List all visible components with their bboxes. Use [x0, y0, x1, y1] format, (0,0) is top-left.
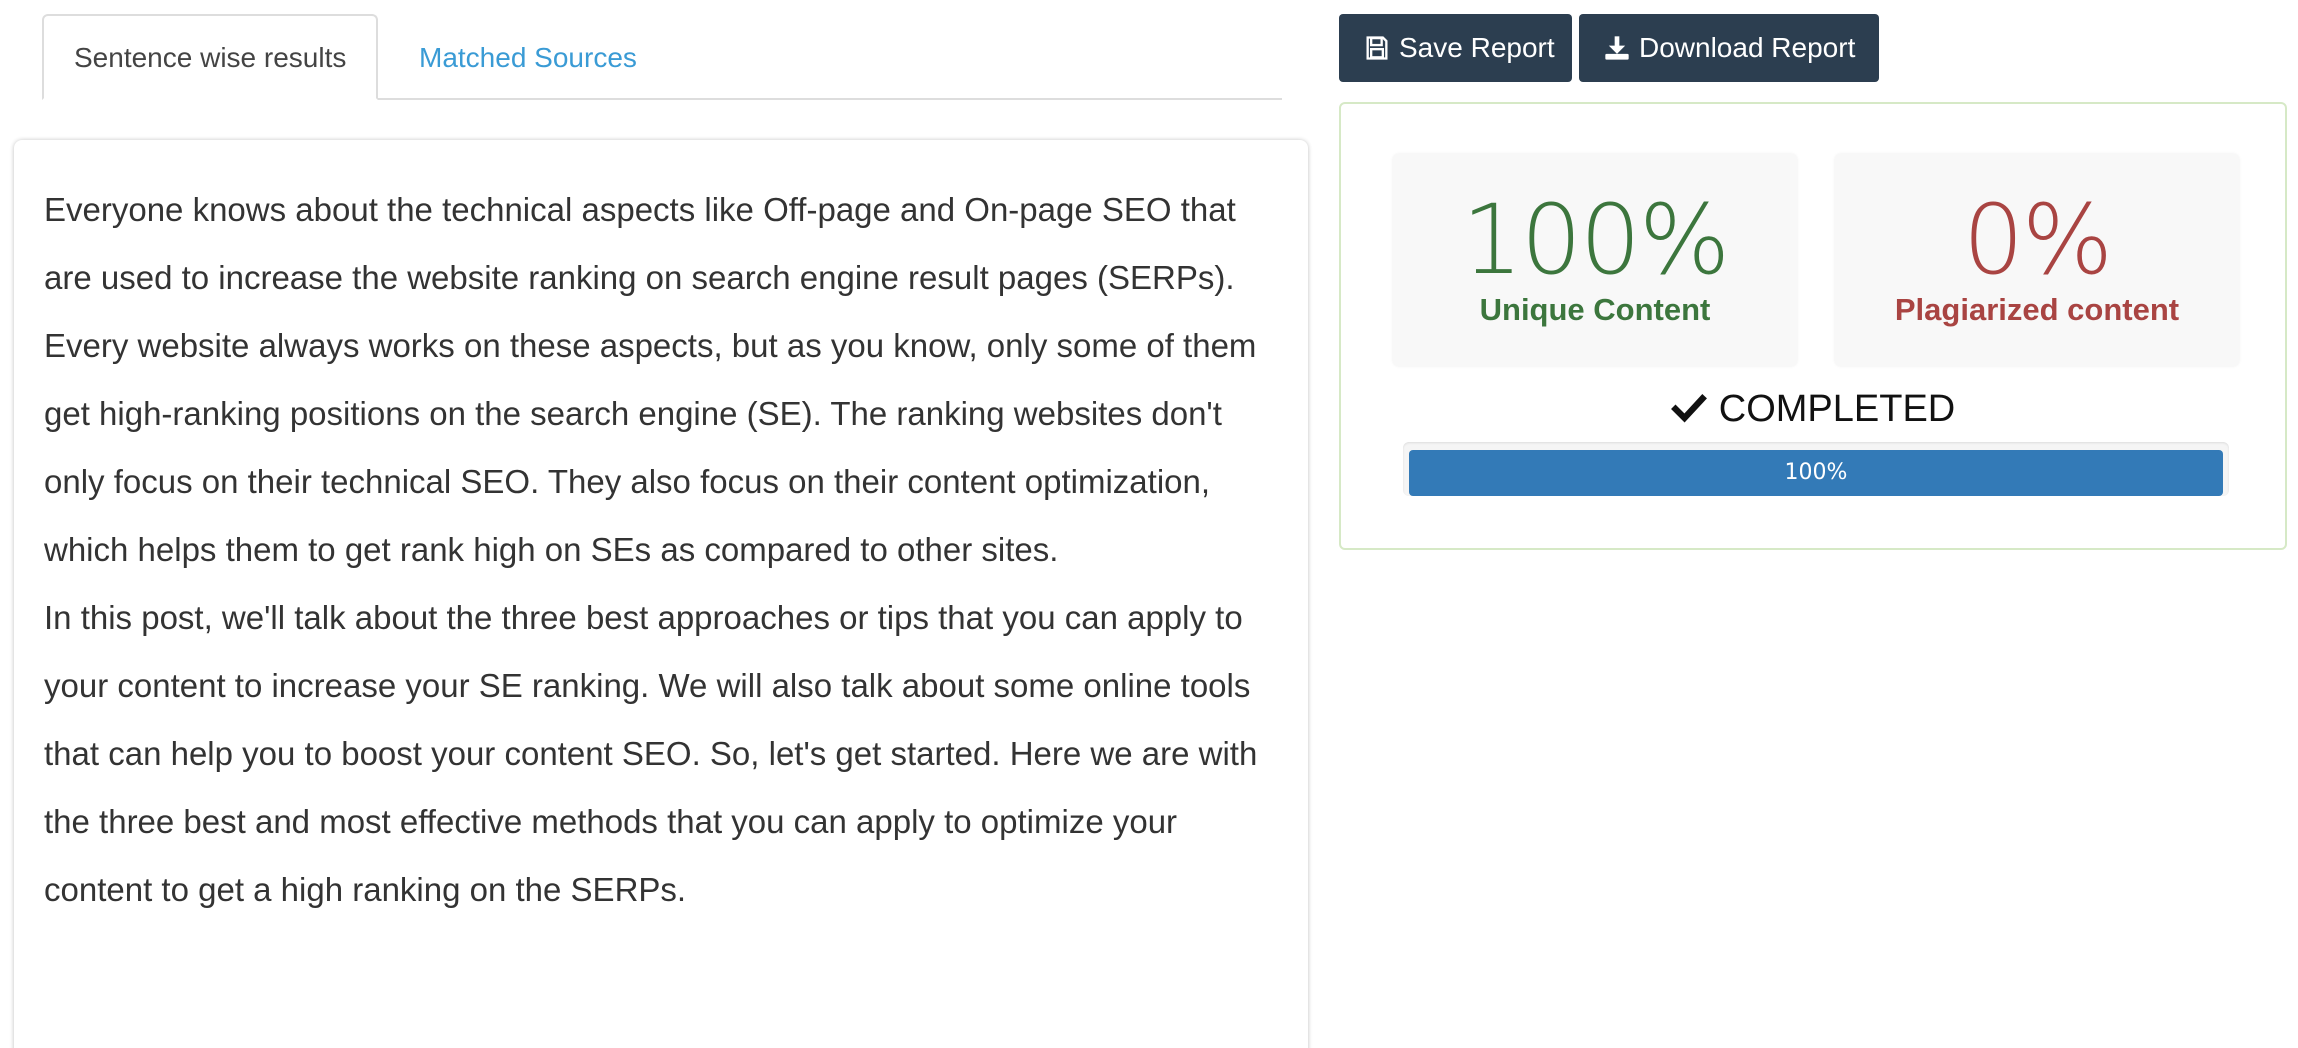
result-summary-panel: 100% Unique Content 0% Plagiarized conte… — [1339, 102, 2287, 550]
tab-sentence-wise-results[interactable]: Sentence wise results — [42, 14, 379, 100]
check-icon — [1670, 391, 1707, 427]
progress-bar-fill: 100% — [1409, 450, 2223, 496]
unique-content-label: Unique Content — [1479, 292, 1711, 327]
save-report-label: Save Report — [1399, 32, 1555, 63]
download-report-button[interactable]: Download Report — [1579, 14, 1879, 82]
results-tabs: Sentence wise results Matched Sources — [42, 14, 1282, 100]
checked-text-panel: Everyone knows about the technical aspec… — [14, 140, 1308, 1048]
text-paragraph: Everyone knows about the technical aspec… — [44, 191, 1257, 568]
save-report-button[interactable]: Save Report — [1339, 14, 1572, 82]
plagiarized-content-percent: 0% — [1962, 184, 2113, 296]
tab-matched-sources[interactable]: Matched Sources — [387, 14, 669, 98]
download-icon — [1603, 34, 1631, 62]
status-text: COMPLETED — [1718, 388, 1956, 430]
progress-bar: 100% — [1403, 442, 2229, 496]
completion-status: COMPLETED — [1341, 384, 2285, 434]
text-paragraph: In this post, we'll talk about the three… — [44, 599, 1258, 908]
unique-content-percent: 100% — [1461, 184, 1730, 296]
plagiarized-content-label: Plagiarized content — [1894, 292, 2180, 327]
floppy-disk-icon — [1363, 34, 1391, 62]
unique-content-box: 100% Unique Content — [1393, 154, 1797, 366]
download-report-label: Download Report — [1639, 32, 1856, 63]
plagiarism-report-page: Sentence wise results Matched Sources Ev… — [0, 0, 2298, 1048]
plagiarized-content-box: 0% Plagiarized content — [1835, 154, 2239, 366]
